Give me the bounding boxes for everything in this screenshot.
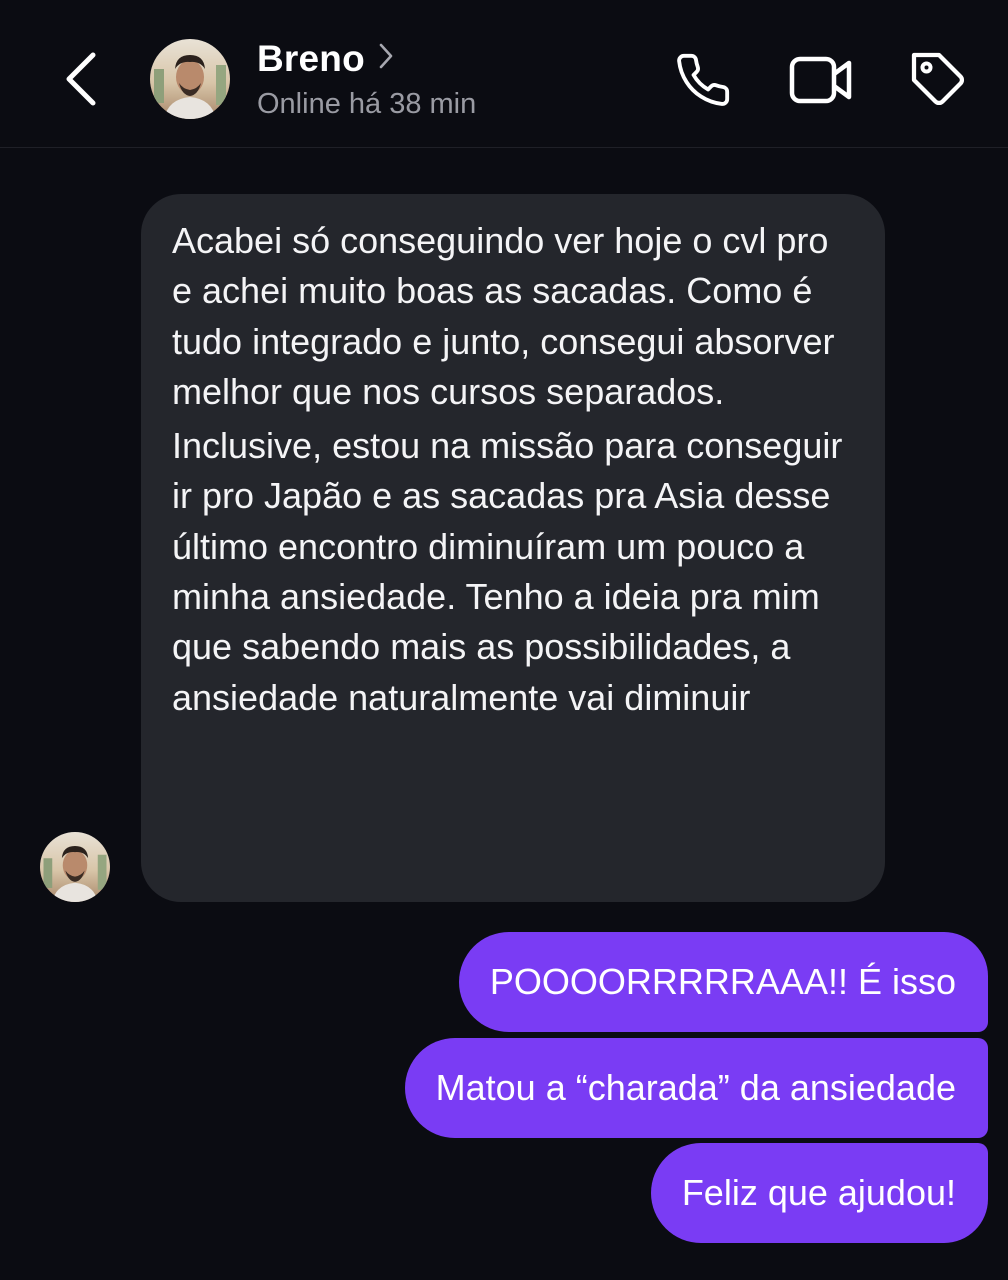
outgoing-message-text: POOOORRRRRAAA!! É isso [489, 961, 956, 1002]
phone-icon [677, 53, 730, 106]
outgoing-message-text: Matou a “charada” da ansiedade [435, 1067, 956, 1108]
chevron-right-icon [379, 43, 393, 69]
chevron-left-icon [66, 52, 96, 106]
incoming-message-paragraph: Inclusive, estou na missão para consegui… [172, 425, 843, 718]
outgoing-message-text: Feliz que ajudou! [681, 1172, 956, 1213]
contact-status: Online há 38 min [257, 88, 477, 120]
chat-header: Breno Online há 38 min [0, 0, 1008, 148]
sender-avatar[interactable] [40, 832, 110, 902]
back-button[interactable] [56, 46, 106, 112]
contact-name-link[interactable]: Breno [257, 38, 393, 80]
video-call-button[interactable] [788, 48, 854, 112]
outgoing-message-bubble[interactable]: POOOORRRRRAAA!! É isso [458, 932, 988, 1032]
call-button[interactable] [670, 48, 736, 112]
contact-name: Breno [257, 38, 365, 79]
tag-button[interactable] [906, 48, 972, 112]
contact-avatar[interactable] [150, 39, 230, 119]
video-camera-icon [789, 56, 852, 104]
incoming-message-bubble[interactable]: Acabei só conseguindo ver hoje o cvl pro… [141, 194, 885, 902]
outgoing-message-bubble[interactable]: Feliz que ajudou! [650, 1143, 988, 1243]
outgoing-message-bubble[interactable]: Matou a “charada” da ansiedade [404, 1038, 988, 1138]
tag-icon [911, 52, 964, 105]
incoming-message-paragraph: Acabei só conseguindo ver hoje o cvl pro… [172, 220, 835, 412]
